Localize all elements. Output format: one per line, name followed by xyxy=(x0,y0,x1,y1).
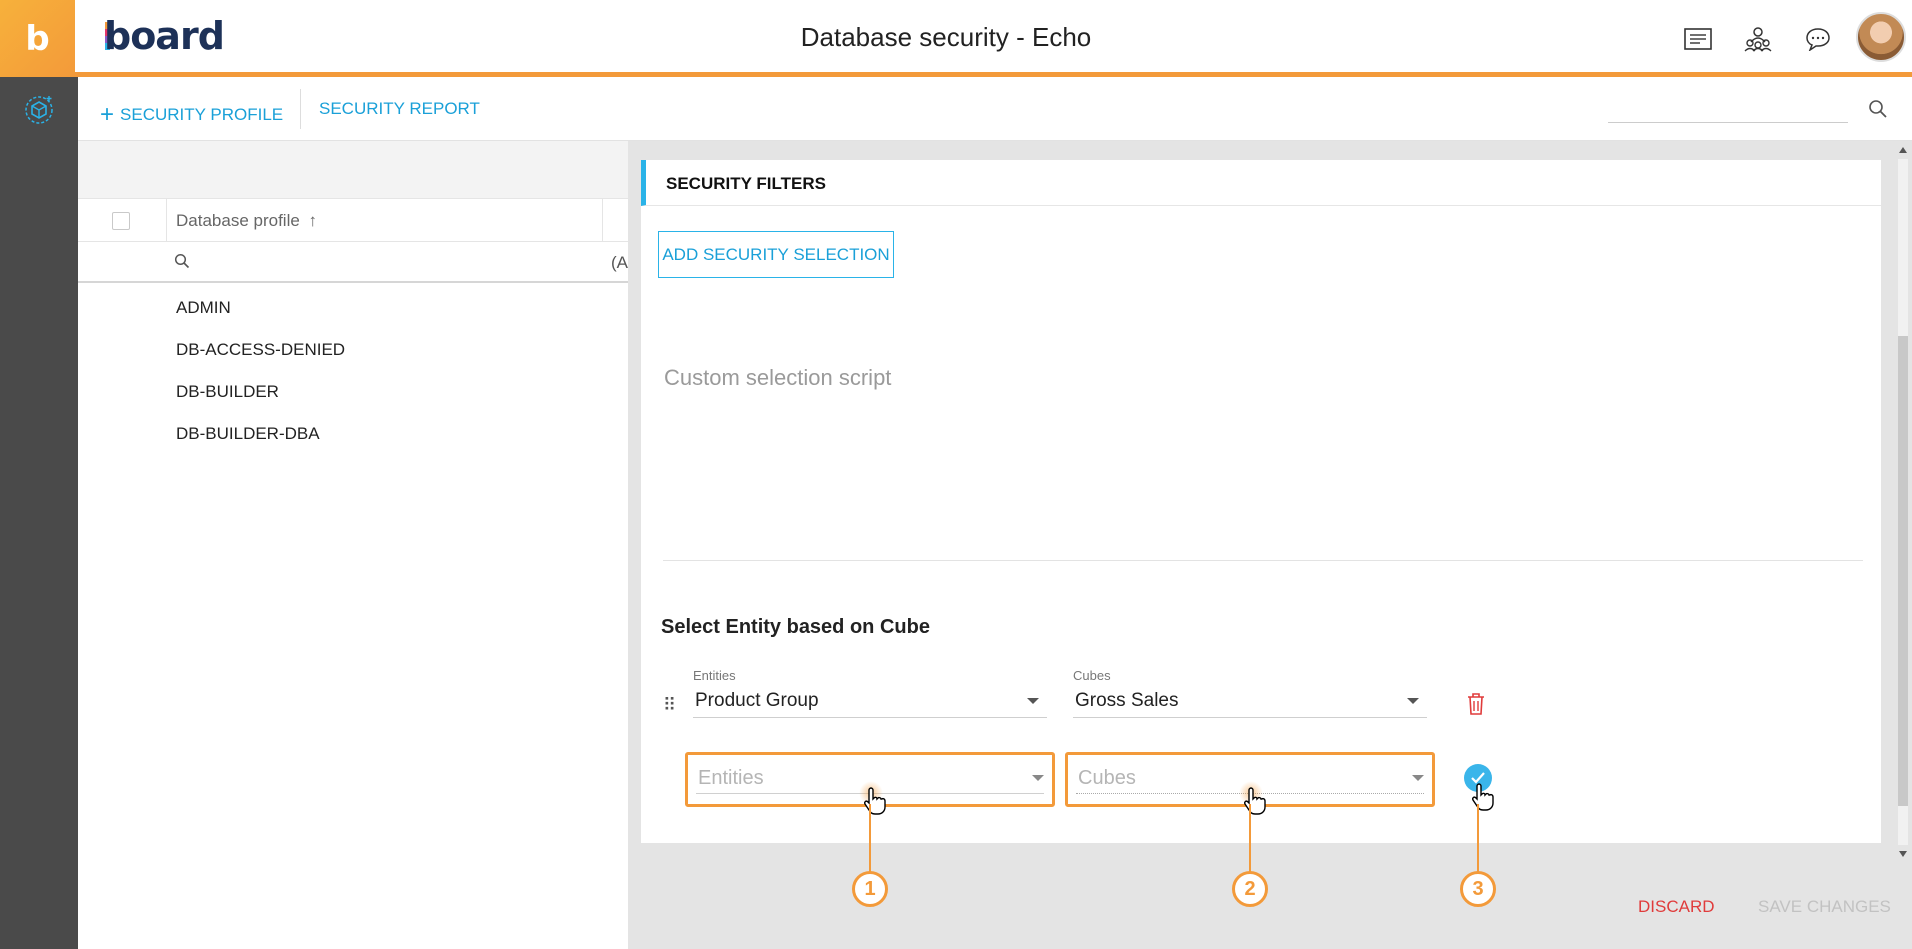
row-label: ADMIN xyxy=(176,298,231,317)
page-title: Database security - Echo xyxy=(800,22,1092,52)
delete-trash-icon[interactable] xyxy=(1466,692,1486,721)
chevron-down-icon xyxy=(1027,698,1039,704)
scroll-down-arrow-icon[interactable] xyxy=(1899,851,1907,857)
row-label: DB-BUILDER xyxy=(176,382,279,401)
security-report-button[interactable]: SECURITY REPORT xyxy=(319,99,480,119)
callout-line xyxy=(869,804,871,872)
chevron-down-icon xyxy=(1412,775,1424,781)
collaboration-icon[interactable] xyxy=(1743,24,1773,54)
column-divider xyxy=(602,199,603,242)
presentation-icon[interactable] xyxy=(1683,24,1713,54)
table-row[interactable]: ADMIN xyxy=(78,287,628,329)
table-row[interactable]: DB-ACCESS-DENIED xyxy=(78,329,628,371)
search-icon[interactable] xyxy=(1868,99,1888,124)
table-row[interactable]: DB-BUILDER-DBA xyxy=(78,413,628,455)
entities-label: Entities xyxy=(693,668,736,683)
save-changes-button[interactable]: SAVE CHANGES xyxy=(1758,897,1891,917)
drag-handle-icon[interactable]: ⠿ xyxy=(663,695,676,716)
field-underline xyxy=(1073,717,1427,718)
entities-select[interactable]: Entities Product Group xyxy=(693,668,1047,718)
section-title: SECURITY FILTERS xyxy=(666,174,826,193)
cubes-label: Cubes xyxy=(1073,668,1111,683)
profile-grid: Database profile ↑ (A ADMIN DB-ACCESS-DE… xyxy=(78,141,628,949)
app-header: b board Database security - Echo xyxy=(0,0,1912,77)
row-label: DB-BUILDER-DBA xyxy=(176,424,320,443)
callout-badge-1: 1 xyxy=(852,871,888,907)
new-entities-placeholder: Entities xyxy=(698,767,764,789)
field-underline xyxy=(693,717,1047,718)
plus-icon: + xyxy=(100,101,115,128)
hand-cursor-icon xyxy=(1472,783,1494,811)
select-all-checkbox[interactable] xyxy=(112,212,130,230)
callout-badge-2: 2 xyxy=(1232,871,1268,907)
add-security-profile-label: SECURITY PROFILE xyxy=(120,105,284,124)
callout-line xyxy=(1477,804,1479,872)
database-security-icon[interactable] xyxy=(22,93,56,127)
grid-filter-row[interactable]: (A xyxy=(78,242,628,283)
custom-selection-script-field[interactable]: Custom selection script xyxy=(664,365,891,391)
scroll-thumb[interactable] xyxy=(1898,336,1908,806)
toolbar: + SECURITY PROFILE SECURITY REPORT xyxy=(78,77,1912,141)
scroll-up-arrow-icon[interactable] xyxy=(1899,147,1907,153)
add-security-profile-button[interactable]: + SECURITY PROFILE xyxy=(100,99,284,128)
sort-ascending-icon: ↑ xyxy=(308,211,318,230)
callout-line xyxy=(1249,804,1251,872)
row-label: DB-ACCESS-DENIED xyxy=(176,340,346,359)
grid-header-row: Database profile ↑ xyxy=(78,199,628,242)
panel-header: SECURITY FILTERS xyxy=(641,160,1881,206)
filter-search-icon xyxy=(174,253,190,274)
chat-icon[interactable] xyxy=(1803,24,1833,54)
entities-value: Product Group xyxy=(695,690,819,711)
column-header-database-profile[interactable]: Database profile ↑ xyxy=(176,211,317,231)
table-row[interactable]: DB-BUILDER xyxy=(78,371,628,413)
subsection-title: Select Entity based on Cube xyxy=(661,616,930,638)
discard-button[interactable]: DISCARD xyxy=(1638,897,1715,917)
callout-badge-3: 3 xyxy=(1460,871,1496,907)
grid-top-band xyxy=(78,141,628,199)
toolbar-search-input[interactable] xyxy=(1608,97,1848,123)
chevron-down-icon xyxy=(1407,698,1419,704)
chevron-down-icon xyxy=(1032,775,1044,781)
column-header-label: Database profile xyxy=(176,211,300,230)
column-divider xyxy=(166,199,167,242)
user-avatar[interactable] xyxy=(1856,12,1906,62)
security-filters-panel: SECURITY FILTERS ADD SECURITY SELECTION … xyxy=(641,160,1881,843)
hand-cursor-icon xyxy=(1244,787,1266,815)
left-navigation-rail xyxy=(0,77,78,949)
filter-fragment-text: (A xyxy=(611,253,628,272)
hand-cursor-icon xyxy=(864,787,886,815)
cubes-value: Gross Sales xyxy=(1075,690,1179,711)
panel-scrollbar[interactable] xyxy=(1894,141,1912,863)
section-divider xyxy=(663,560,1863,561)
new-cubes-placeholder: Cubes xyxy=(1078,767,1136,789)
cubes-select[interactable]: Cubes Gross Sales xyxy=(1073,668,1427,718)
toolbar-divider xyxy=(300,89,301,129)
add-security-selection-button[interactable]: ADD SECURITY SELECTION xyxy=(658,231,894,278)
